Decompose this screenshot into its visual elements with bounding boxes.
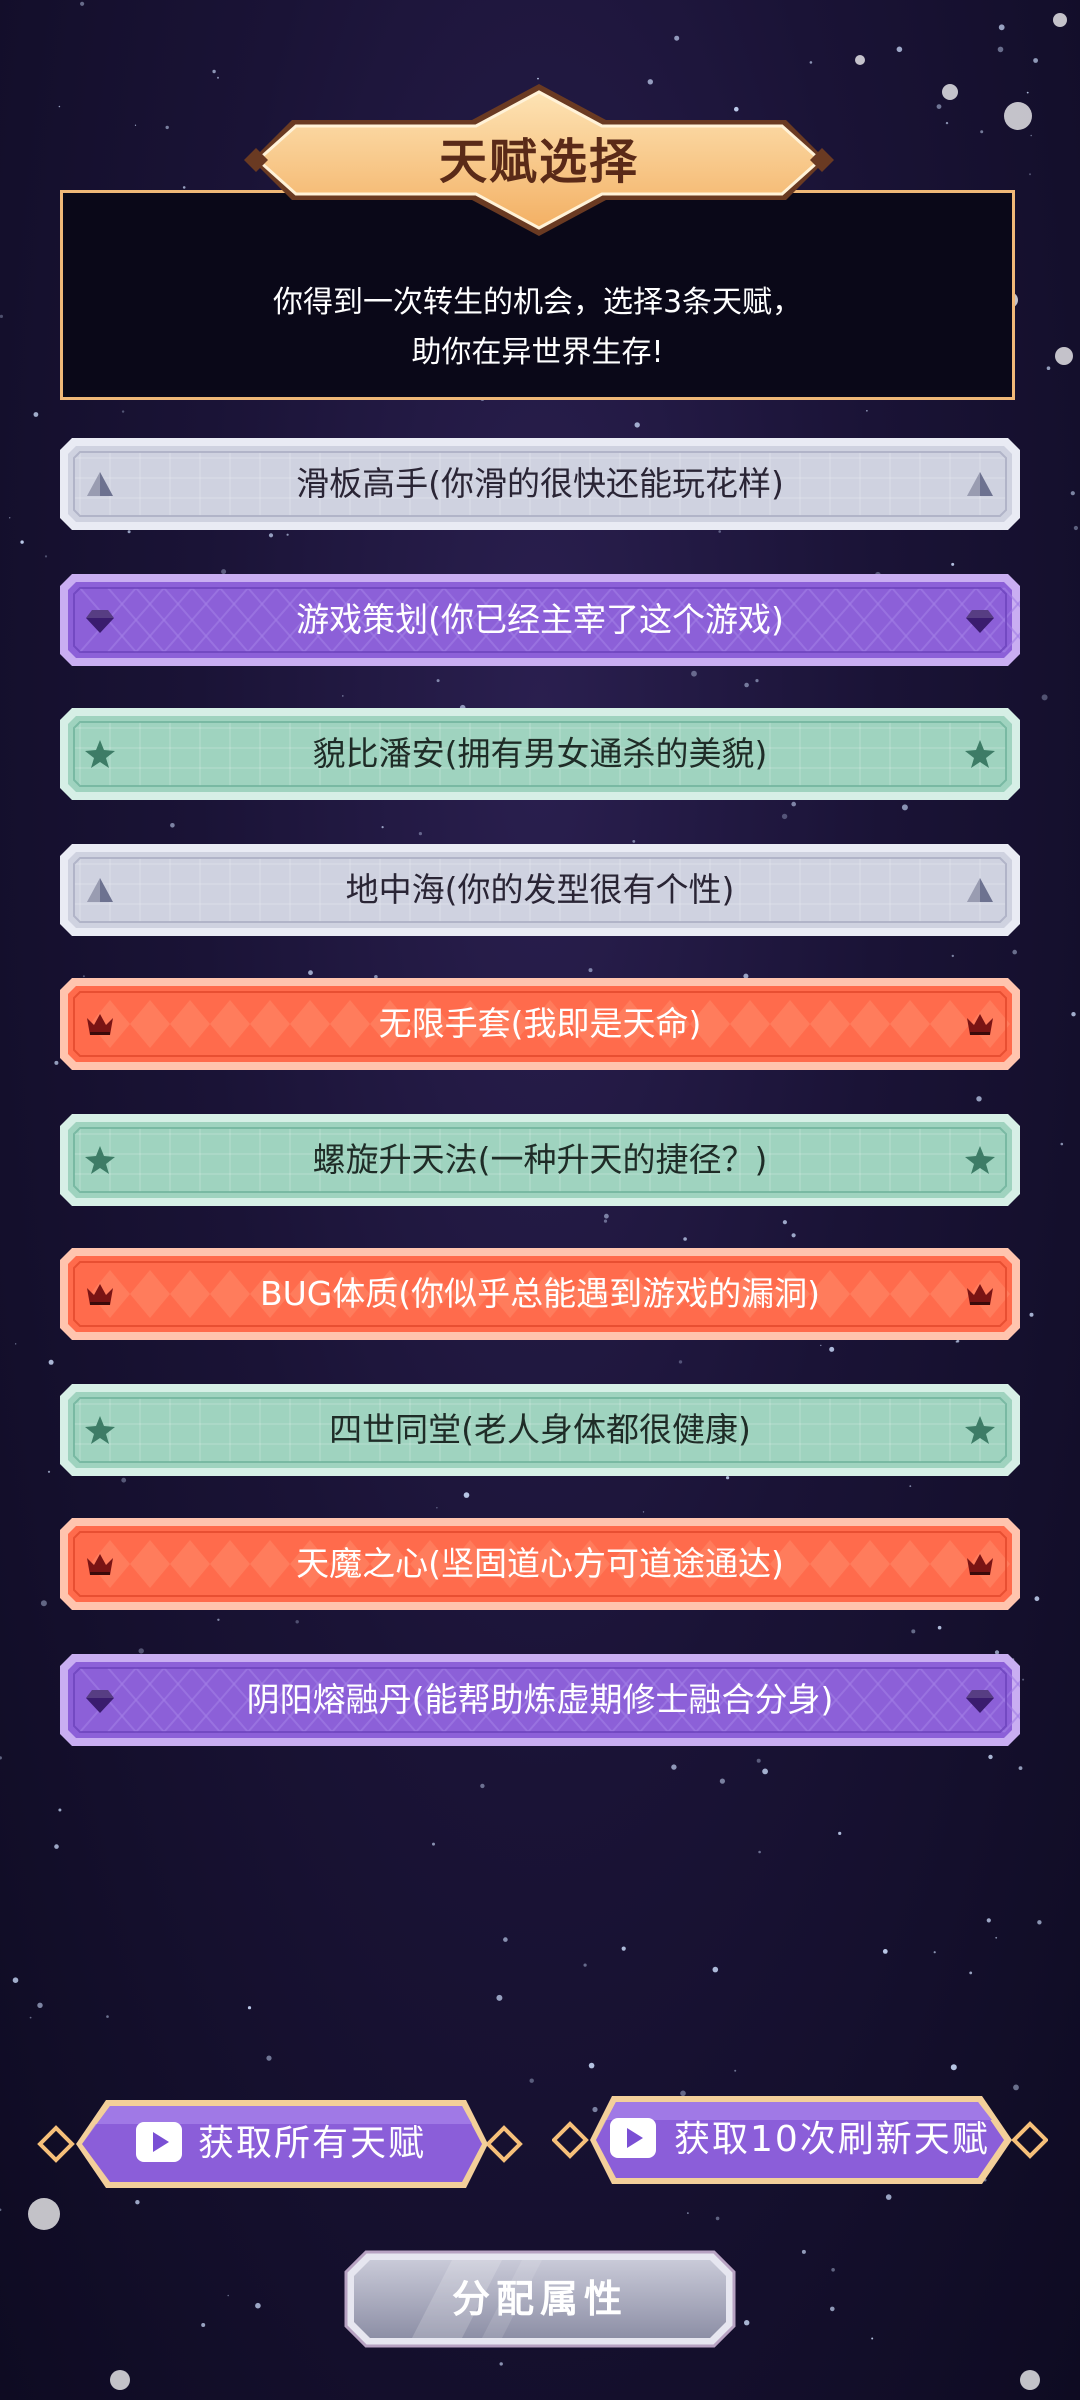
- allocate-attributes-button[interactable]: 分配属性: [342, 2248, 738, 2350]
- intro-line-1: 你得到一次转生的机会，选择3条天赋，: [272, 285, 803, 320]
- talent-option[interactable]: 滑板高手(你滑的很快还能玩花样): [60, 438, 1020, 530]
- talent-option[interactable]: 螺旋升天法(一种升天的捷径？): [60, 1114, 1020, 1206]
- talent-label: 阴阳熔融丹(能帮助炼虚期修士融合分身): [246, 1680, 834, 1719]
- talent-label: 天魔之心(坚固道心方可道途通达): [296, 1544, 784, 1583]
- talent-option[interactable]: 地中海(你的发型很有个性): [60, 844, 1020, 936]
- refresh-talents-button[interactable]: 获取10次刷新天赋: [552, 2090, 1048, 2190]
- talent-label: 貌比潘安(拥有男女通杀的美貌): [312, 734, 768, 773]
- video-play-icon: [610, 2118, 656, 2158]
- talent-option[interactable]: 貌比潘安(拥有男女通杀的美貌): [60, 708, 1020, 800]
- talent-option[interactable]: 游戏策划(你已经主宰了这个游戏): [60, 574, 1020, 666]
- talent-option[interactable]: 天魔之心(坚固道心方可道途通达): [60, 1518, 1020, 1610]
- page-title: 天赋选择: [438, 134, 639, 190]
- get-all-talents-button[interactable]: 获取所有天赋: [36, 2094, 524, 2194]
- intro-line-2: 助你在异世界生存!: [411, 335, 664, 370]
- talent-option[interactable]: 四世同堂(老人身体都很健康): [60, 1384, 1020, 1476]
- get-all-talents-label: 获取所有天赋: [198, 2123, 427, 2164]
- refresh-talents-label: 获取10次刷新天赋: [674, 2119, 990, 2160]
- title-banner: 天赋选择: [222, 78, 856, 242]
- intro-text: 你得到一次转生的机会，选择3条天赋， 助你在异世界生存!: [63, 278, 1012, 378]
- talent-label: BUG体质(你似乎总能遇到游戏的漏洞): [259, 1274, 821, 1313]
- video-play-icon: [136, 2122, 182, 2162]
- talent-option[interactable]: 阴阳熔融丹(能帮助炼虚期修士融合分身): [60, 1654, 1020, 1746]
- talent-option[interactable]: BUG体质(你似乎总能遇到游戏的漏洞): [60, 1248, 1020, 1340]
- talent-label: 游戏策划(你已经主宰了这个游戏): [296, 600, 784, 639]
- talent-option[interactable]: 无限手套(我即是天命): [60, 978, 1020, 1070]
- talent-label: 地中海(你的发型很有个性): [345, 870, 735, 909]
- talent-label: 螺旋升天法(一种升天的捷径？): [312, 1140, 768, 1179]
- allocate-attributes-label: 分配属性: [451, 2277, 628, 2321]
- talent-label: 滑板高手(你滑的很快还能玩花样): [296, 464, 784, 503]
- talent-label: 四世同堂(老人身体都很健康): [329, 1410, 751, 1449]
- talent-label: 无限手套(我即是天命): [378, 1004, 702, 1043]
